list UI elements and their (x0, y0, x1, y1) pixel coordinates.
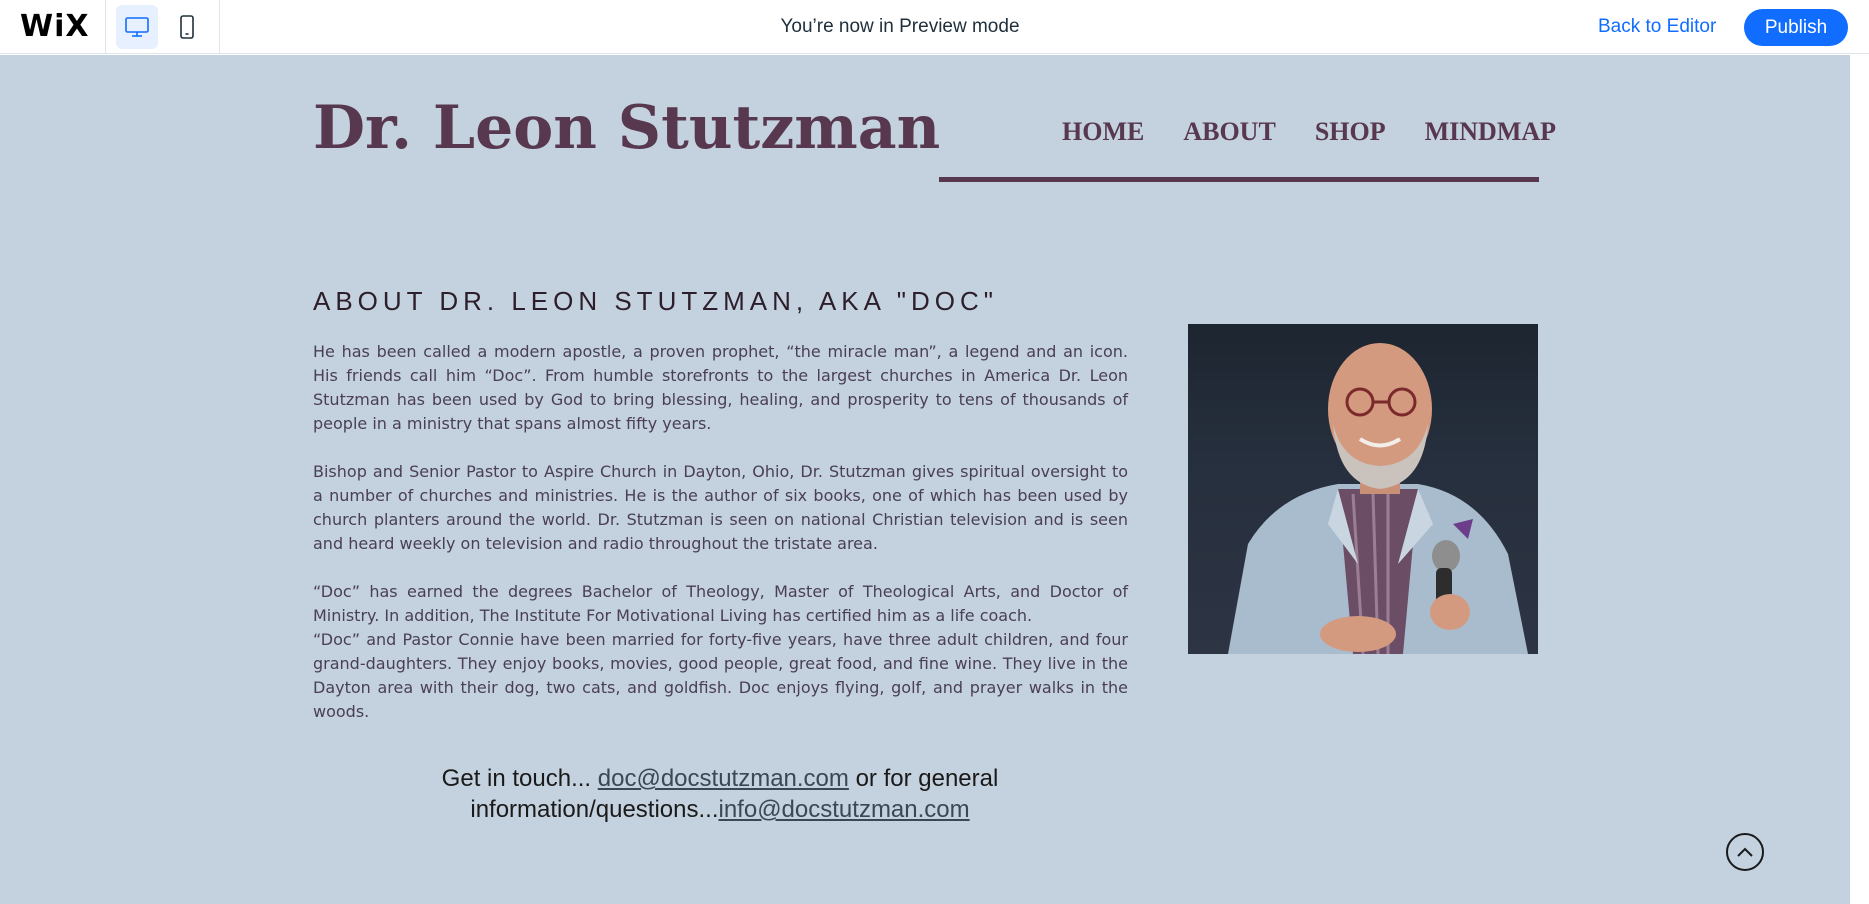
bio-paragraph: “Doc” and Pastor Connie have been marrie… (313, 630, 1128, 721)
scrollbar-track[interactable] (1850, 55, 1869, 904)
portrait-photo (1188, 324, 1538, 654)
info-email-link[interactable]: info@docstutzman.com (719, 796, 970, 823)
contact-prefix: Get in touch... (441, 765, 598, 792)
doc-email-link[interactable]: doc@docstutzman.com (598, 765, 849, 792)
preview-mode-label: You’re now in Preview mode (780, 16, 1020, 37)
site-nav: HOME ABOUT SHOP MINDMAP (1062, 117, 1556, 147)
nav-underline (939, 177, 1539, 182)
bio-paragraph: Bishop and Senior Pastor to Aspire Churc… (313, 462, 1128, 553)
site-title[interactable]: Dr. Leon Stutzman (313, 93, 940, 163)
about-heading: ABOUT DR. LEON STUTZMAN, AKA "DOC" (313, 286, 998, 316)
bio-text: He has been called a modern apostle, a p… (313, 340, 1128, 724)
nav-shop[interactable]: SHOP (1315, 117, 1386, 147)
contact-info: Get in touch... doc@docstutzman.com or f… (440, 763, 1000, 825)
site-canvas: Dr. Leon Stutzman HOME ABOUT SHOP MINDMA… (0, 55, 1850, 904)
preview-toolbar: WiX You’re now in Preview mode Back to E… (0, 0, 1869, 54)
bio-paragraph: He has been called a modern apostle, a p… (313, 342, 1128, 433)
bio-paragraph: “Doc” has earned the degrees Bachelor of… (313, 582, 1128, 625)
portrait-illustration (1228, 343, 1528, 654)
publish-button[interactable]: Publish (1744, 9, 1848, 46)
nav-home[interactable]: HOME (1062, 117, 1144, 147)
nav-about[interactable]: ABOUT (1183, 117, 1275, 147)
nav-mindmap[interactable]: MINDMAP (1425, 117, 1556, 147)
back-to-editor-link[interactable]: Back to Editor (1598, 16, 1716, 38)
chevron-up-icon (1737, 847, 1753, 857)
back-to-top-button[interactable] (1726, 833, 1764, 871)
